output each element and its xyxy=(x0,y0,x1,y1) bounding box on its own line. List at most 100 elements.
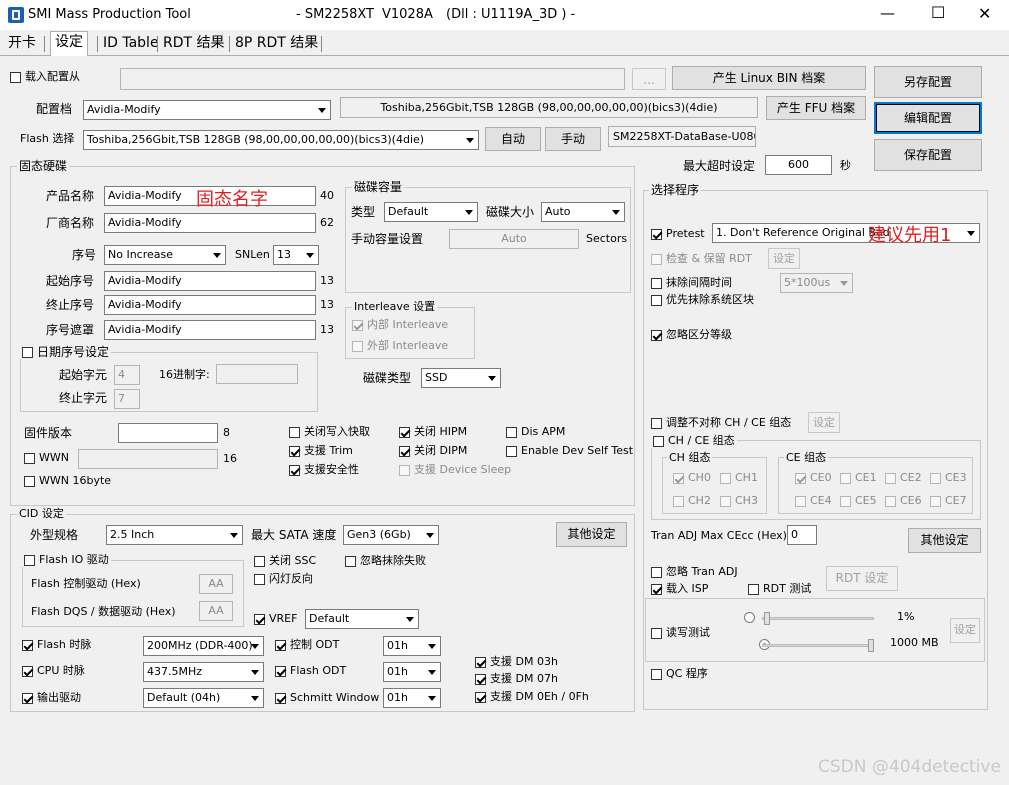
dipm-checkbox[interactable]: 关闭 DIPM xyxy=(399,442,467,460)
ctrl-odt-select[interactable]: 01h xyxy=(383,636,441,656)
output-drive-select[interactable]: Default (04h) xyxy=(143,688,264,708)
save-as-config-button[interactable]: 另存配置 xyxy=(874,66,982,98)
external-interleave-checkbox[interactable]: 外部 Interleave xyxy=(352,337,448,355)
ce7-checkbox[interactable]: CE7 xyxy=(930,492,967,510)
ignore-erase-fail-checkbox[interactable]: 忽略抹除失败 xyxy=(345,552,426,570)
rdt-setting-button[interactable]: RDT 设定 xyxy=(826,566,898,591)
start-serial-input[interactable]: Avidia-Modify xyxy=(104,271,316,291)
flash-clock-checkbox[interactable]: Flash 时脉 xyxy=(22,636,91,654)
ch1-checkbox[interactable]: CH1 xyxy=(720,469,758,487)
dev-self-test-checkbox[interactable]: Enable Dev Self Test xyxy=(506,442,633,460)
flash-odt-select[interactable]: 01h xyxy=(383,662,441,682)
wwn-input[interactable] xyxy=(78,449,218,469)
dm0e-checkbox[interactable]: 支援 DM 0Eh / 0Fh xyxy=(475,688,589,706)
read-test-setting-button[interactable]: 设定 xyxy=(950,618,980,643)
dm03-checkbox[interactable]: 支援 DM 03h xyxy=(475,653,558,671)
vendor-input[interactable]: Avidia-Modify xyxy=(104,213,316,233)
adjust-ch-checkbox[interactable]: 调整不对称 CH / CE 组态 xyxy=(651,414,791,432)
tab-open-card[interactable]: 开卡 xyxy=(4,33,40,55)
date-serial-checkbox[interactable]: 日期序号设定 xyxy=(20,345,112,359)
dm07-checkbox[interactable]: 支援 DM 07h xyxy=(475,670,558,688)
ch0-checkbox[interactable]: CH0 xyxy=(673,469,711,487)
ce2-checkbox[interactable]: CE2 xyxy=(885,469,922,487)
ce0-checkbox[interactable]: CE0 xyxy=(795,469,832,487)
manual-button[interactable]: 手动 xyxy=(545,127,601,151)
percent-radio[interactable] xyxy=(744,612,755,623)
end-char-input[interactable]: 7 xyxy=(114,389,140,409)
percent-slider-thumb[interactable] xyxy=(764,612,770,625)
write-cache-checkbox[interactable]: 关闭写入快取 xyxy=(289,423,370,441)
internal-interleave-checkbox[interactable]: 内部 Interleave xyxy=(352,316,448,334)
ignore-grade-checkbox[interactable]: 忽略区分等级 xyxy=(651,326,732,344)
fw-input[interactable] xyxy=(118,423,218,443)
pretest-checkbox[interactable]: Pretest xyxy=(651,225,705,243)
manual-capacity-input[interactable]: Auto xyxy=(449,229,579,249)
program-other-settings-button[interactable]: 其他设定 xyxy=(908,528,981,553)
dis-apm-checkbox[interactable]: Dis APM xyxy=(506,423,565,441)
linux-bin-button[interactable]: 产生 Linux BIN 档案 xyxy=(672,66,866,90)
flash-select[interactable]: Toshiba,256Gbit,TSB 128GB (98,00,00,00,0… xyxy=(83,130,479,150)
ch2-checkbox[interactable]: CH2 xyxy=(673,492,711,510)
ce3-checkbox[interactable]: CE3 xyxy=(930,469,967,487)
ctrl-odt-checkbox[interactable]: 控制 ODT xyxy=(275,636,339,654)
tab-settings[interactable]: 设定 xyxy=(50,31,88,56)
save-config-button[interactable]: 保存配置 xyxy=(874,139,982,171)
load-config-path[interactable] xyxy=(120,68,625,90)
flash-dqs-input[interactable]: AA xyxy=(199,601,233,621)
mb-slider-thumb[interactable] xyxy=(868,639,874,652)
trim-checkbox[interactable]: 支援 Trim xyxy=(289,442,353,460)
vref-checkbox[interactable]: VREF xyxy=(254,610,297,628)
ce6-checkbox[interactable]: CE6 xyxy=(885,492,922,510)
wwn16-checkbox[interactable]: WWN 16byte xyxy=(24,472,111,490)
snlen-select[interactable]: 13 xyxy=(273,245,319,265)
hex-char-input[interactable] xyxy=(216,364,298,384)
disk-type-select[interactable]: SSD xyxy=(421,368,501,388)
minimize-button[interactable]: — xyxy=(880,4,895,22)
device-sleep-checkbox[interactable]: 支援 Device Sleep xyxy=(399,461,511,479)
qc-checkbox[interactable]: QC 程序 xyxy=(651,665,708,683)
close-button[interactable]: ✕ xyxy=(978,4,991,23)
flash-io-checkbox[interactable]: Flash IO 驱动 xyxy=(22,553,111,567)
schmitt-select[interactable]: 01h xyxy=(383,688,441,708)
ch3-checkbox[interactable]: CH3 xyxy=(720,492,758,510)
ignore-tran-adj-checkbox[interactable]: 忽略 Tran ADJ xyxy=(651,563,738,581)
tran-adj-input[interactable]: 0 xyxy=(787,525,817,545)
maximize-button[interactable]: ☐ xyxy=(931,3,945,22)
close-ssc-checkbox[interactable]: 关闭 SSC xyxy=(254,552,316,570)
wwn-checkbox[interactable]: WWN xyxy=(24,449,69,467)
ce5-checkbox[interactable]: CE5 xyxy=(840,492,877,510)
end-serial-input[interactable]: Avidia-Modify xyxy=(104,295,316,315)
ce4-checkbox[interactable]: CE4 xyxy=(795,492,832,510)
config-file-select[interactable]: Avidia-Modify xyxy=(83,100,331,120)
check-rdt-setting-button[interactable]: 设定 xyxy=(768,248,800,269)
flash-ctrl-input[interactable]: AA xyxy=(199,574,233,594)
form-factor-select[interactable]: 2.5 Inch xyxy=(106,525,243,545)
mb-slider[interactable] xyxy=(762,644,874,647)
erase-interval-select[interactable]: 5*100us xyxy=(780,273,853,293)
sata-speed-select[interactable]: Gen3 (6Gb) xyxy=(343,525,439,545)
tab-rdt-result[interactable]: RDT 结果 xyxy=(159,33,229,55)
timeout-input[interactable]: 600 xyxy=(765,155,832,175)
priority-erase-checkbox[interactable]: 优先抹除系统区块 xyxy=(651,291,754,309)
led-inverse-checkbox[interactable]: 闪灯反向 xyxy=(254,570,313,588)
capacity-type-select[interactable]: Default xyxy=(384,202,478,222)
vref-select[interactable]: Default xyxy=(305,609,419,629)
tab-8p-rdt-result[interactable]: 8P RDT 结果 xyxy=(231,33,322,55)
rdt-test-checkbox[interactable]: RDT 测试 xyxy=(748,580,811,598)
browse-button[interactable]: ... xyxy=(632,68,666,90)
cpu-clock-select[interactable]: 437.5MHz xyxy=(143,662,264,682)
read-test-checkbox[interactable]: 读写测试 xyxy=(651,624,710,642)
hipm-checkbox[interactable]: 关闭 HIPM xyxy=(399,423,467,441)
auto-button[interactable]: 自动 xyxy=(485,127,541,151)
erase-interval-checkbox[interactable]: 抹除间隔时间 xyxy=(651,274,732,292)
adjust-ch-setting-button[interactable]: 设定 xyxy=(808,412,840,433)
check-rdt-checkbox[interactable]: 检查 & 保留 RDT xyxy=(651,250,752,268)
flash-odt-checkbox[interactable]: Flash ODT xyxy=(275,662,346,680)
output-drive-checkbox[interactable]: 输出驱动 xyxy=(22,689,81,707)
percent-slider[interactable] xyxy=(762,617,874,620)
ffu-button[interactable]: 产生 FFU 档案 xyxy=(766,96,866,120)
cid-other-settings-button[interactable]: 其他设定 xyxy=(556,522,627,547)
load-isp-checkbox[interactable]: 载入 ISP xyxy=(651,580,708,598)
edit-config-button[interactable]: 编辑配置 xyxy=(874,102,982,134)
load-config-checkbox[interactable]: 载入配置从 xyxy=(10,68,80,86)
